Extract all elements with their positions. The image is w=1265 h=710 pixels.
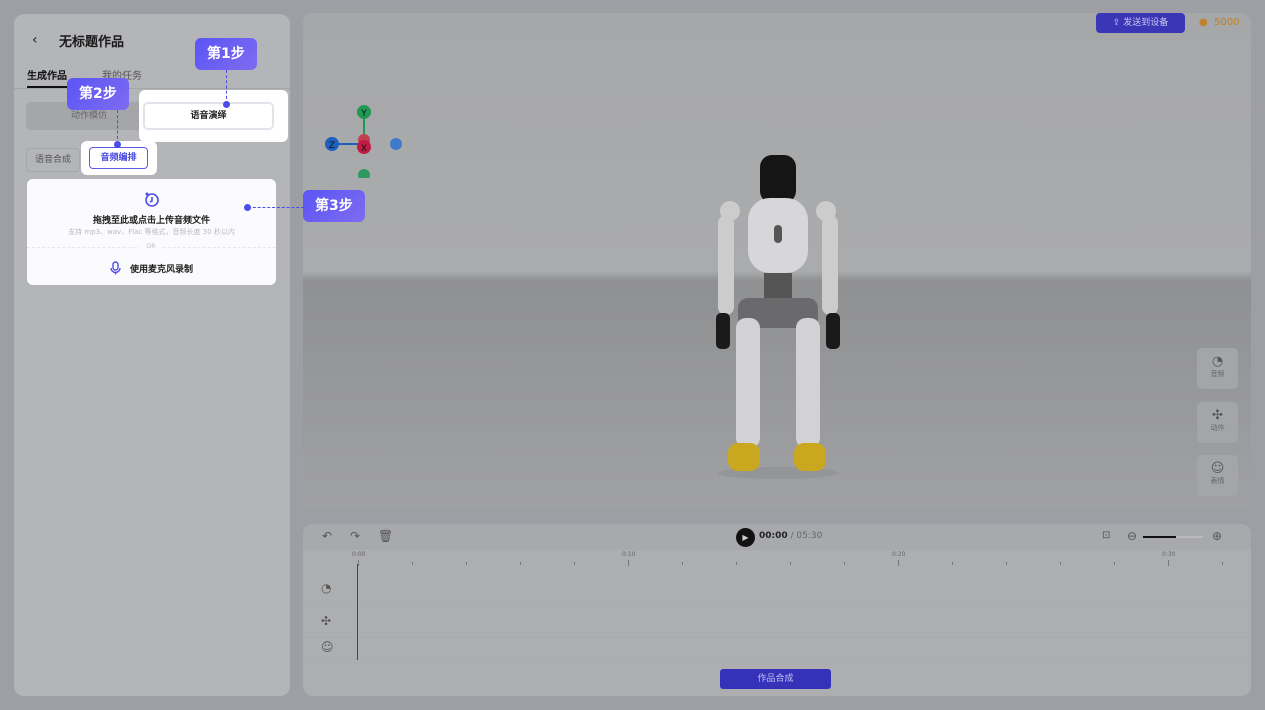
side-button-audio[interactable]: ◔ 音频 [1197, 348, 1238, 389]
motion-track[interactable]: ✣ [303, 605, 1251, 638]
audio-track-icon: ◔ [321, 581, 332, 595]
music-upload-icon [145, 192, 159, 207]
minor-tick [1222, 562, 1223, 565]
face-track-icon: ☺ [321, 640, 334, 654]
minor-tick [1114, 562, 1115, 565]
motion-icon: ✣ [1212, 408, 1223, 423]
tick-label: 0:20 [892, 551, 906, 558]
back-icon[interactable]: ‹ [32, 32, 38, 48]
minor-tick [1006, 562, 1007, 565]
timeline-panel: ↶ ↷ 🗑 ▶ 00:00 / 05:30 ⊡ ⊖ ⊕ 0:00 0:10 0:20… [303, 524, 1251, 696]
minor-tick [952, 562, 953, 565]
minor-tick [574, 562, 575, 565]
face-track[interactable]: ☺ [303, 638, 1251, 660]
fit-icon[interactable]: ⊡ [1102, 530, 1110, 541]
minor-tick [412, 562, 413, 565]
face-icon: ☺ [1210, 461, 1225, 476]
play-button[interactable]: ▶ [736, 528, 755, 547]
trash-icon[interactable]: 🗑 [378, 529, 393, 543]
microphone-icon [110, 261, 121, 275]
subtab-audio-arrange[interactable]: 音频编排 [89, 147, 148, 169]
side-button-face[interactable]: ☺ 表情 [1197, 455, 1238, 496]
or-label: OR [139, 243, 163, 250]
minor-tick [844, 562, 845, 565]
axis-gizmo[interactable]: Y Z X [323, 103, 403, 178]
zoom-in-icon[interactable]: ⊕ [1212, 529, 1222, 543]
subtab-tts[interactable]: 语音合成 [26, 148, 80, 172]
axis-x-label: X [361, 144, 367, 154]
step2-connector [117, 110, 118, 144]
step2-dot [114, 141, 121, 148]
timeline-toolbar: ↶ ↷ 🗑 ▶ 00:00 / 05:30 ⊡ ⊖ ⊕ [303, 524, 1251, 550]
audio-icon: ◔ [1211, 354, 1224, 369]
axis-y-label: Y [360, 109, 367, 119]
record-mic-button[interactable]: 使用麦克风录制 [130, 262, 193, 275]
divider [14, 88, 290, 89]
axis-z-label: Z [329, 141, 335, 151]
robot-model[interactable] [698, 153, 858, 483]
compose-button[interactable]: 作品合成 [720, 669, 831, 689]
motion-track-icon: ✣ [321, 614, 332, 628]
audio-track[interactable]: ◔ [303, 572, 1251, 605]
undo-icon[interactable]: ↶ [322, 529, 332, 543]
mode-tab-voice-performance[interactable]: 语音演绎 [143, 102, 274, 130]
step3-connector [248, 207, 304, 208]
zoom-slider[interactable] [1143, 536, 1203, 538]
zoom-out-icon[interactable]: ⊖ [1127, 529, 1137, 543]
step2-badge: 第2步 [67, 78, 129, 110]
redo-icon[interactable]: ↷ [350, 529, 360, 543]
minor-tick [520, 562, 521, 565]
upload-hint: 支持 mp3、wav、Flac 等格式，音频长度 30 秒以内 [68, 228, 235, 236]
page-title: 无标题作品 [59, 35, 125, 50]
step1-dot [223, 101, 230, 108]
step1-badge: 第1步 [195, 38, 257, 70]
tick-label: 0:10 [622, 551, 636, 558]
major-tick [1168, 560, 1169, 566]
highlight-step1: 语音演绎 [139, 90, 288, 142]
coin-balance: ● 5000 [1199, 17, 1240, 28]
minor-tick [466, 562, 467, 565]
step1-connector [226, 70, 227, 104]
tab-generate[interactable]: 生成作品 [27, 67, 67, 82]
time-display: 00:00 / 05:30 [759, 531, 823, 541]
minor-tick [790, 562, 791, 565]
upload-dropzone[interactable]: 拖拽至此或点击上传音频文件 支持 mp3、wav、Flac 等格式，音频长度 3… [27, 179, 276, 285]
zoom-slider-fill [1143, 536, 1176, 538]
tick-label: 0:30 [1162, 551, 1176, 558]
coin-icon: ● [1199, 17, 1211, 28]
step3-dot [244, 204, 251, 211]
upload-icon: ⇪ [1112, 18, 1124, 28]
major-tick [898, 560, 899, 566]
minor-tick [1060, 562, 1061, 565]
send-to-device-button[interactable]: ⇪ 发送到设备 [1096, 13, 1185, 33]
3d-viewport[interactable]: ⇪ 发送到设备 ● 5000 Y Z X ◔ 音频 ✣ 动作 ☺ 表情 [303, 13, 1251, 509]
step3-badge: 第3步 [303, 190, 365, 222]
major-tick [358, 560, 359, 566]
playhead[interactable] [357, 564, 358, 660]
upload-title: 拖拽至此或点击上传音频文件 [92, 216, 210, 226]
minor-tick [736, 562, 737, 565]
major-tick [628, 560, 629, 566]
minor-tick [682, 562, 683, 565]
tick-label: 0:00 [352, 551, 366, 558]
time-ruler[interactable]: 0:00 0:10 0:20 0:30 [303, 550, 1251, 572]
side-button-motion[interactable]: ✣ 动作 [1197, 402, 1238, 443]
